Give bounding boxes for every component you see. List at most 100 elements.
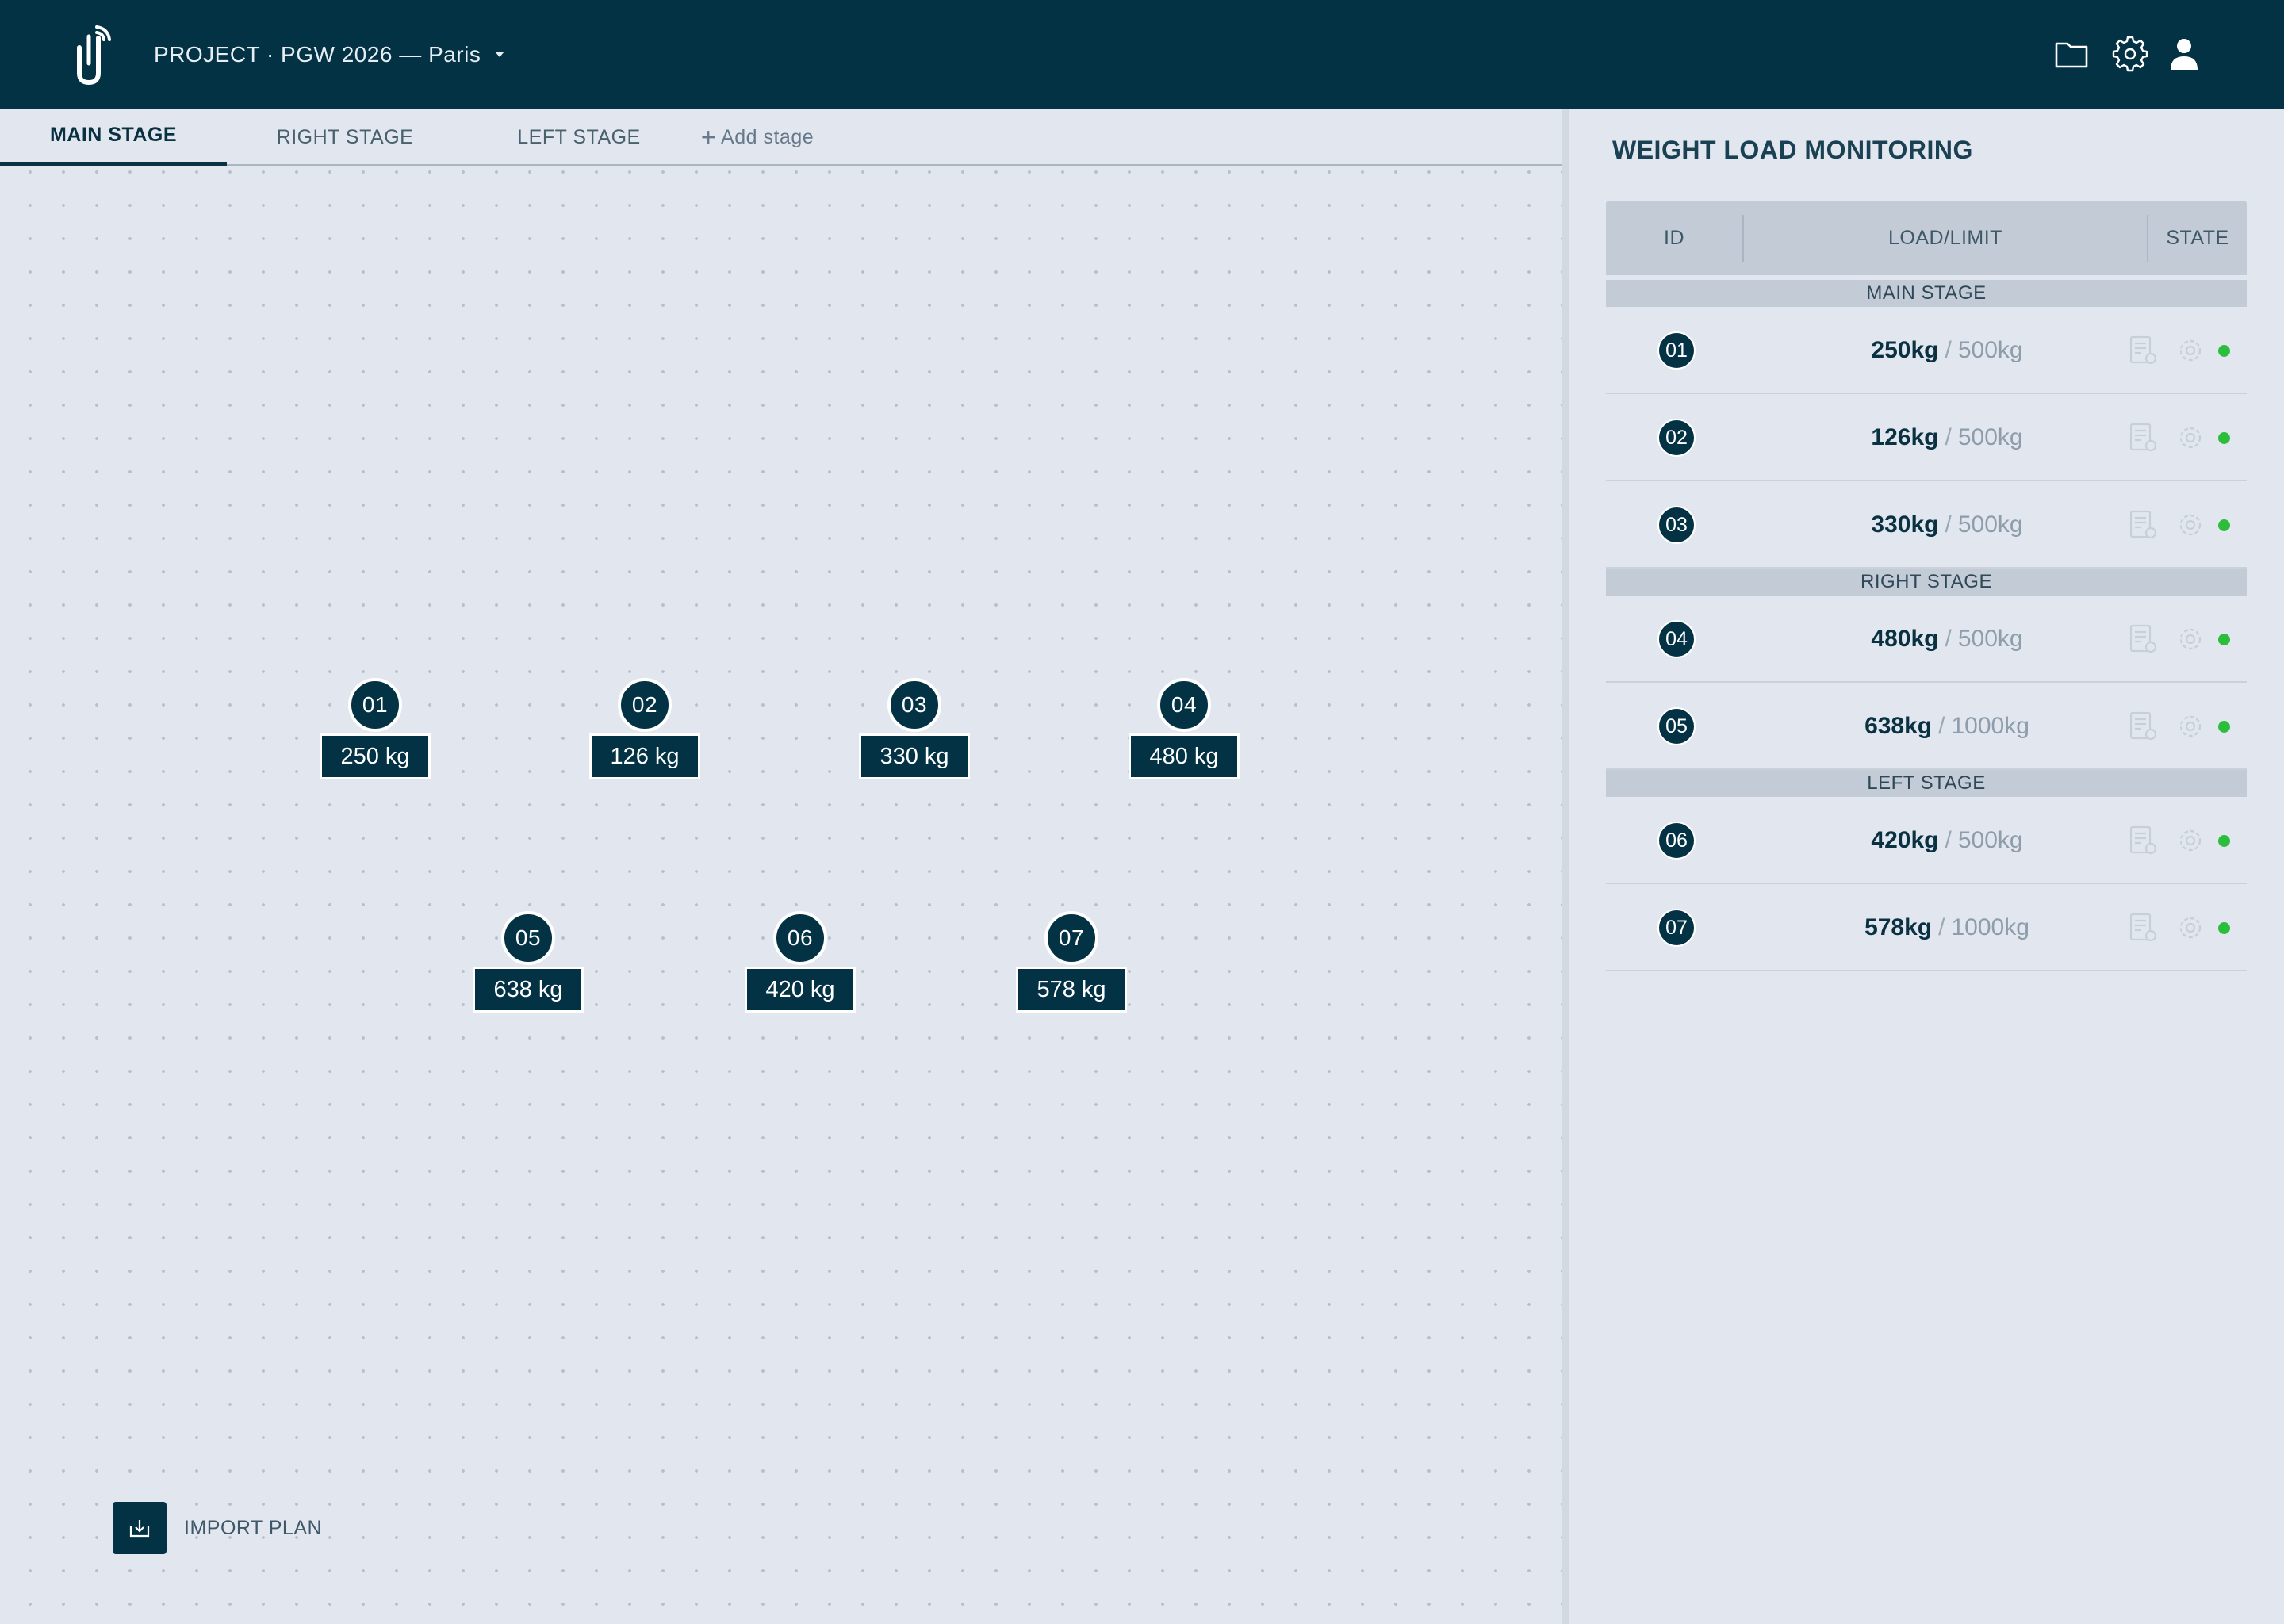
slash: / — [1945, 337, 1952, 363]
table-row[interactable]: 04 480kg / 500kg — [1606, 596, 2247, 683]
settings-icon[interactable] — [2173, 420, 2208, 455]
current-load: 330kg — [1871, 511, 1939, 538]
report-icon[interactable] — [2126, 508, 2161, 542]
sensor-id: 04 — [1157, 678, 1211, 732]
sensor-03[interactable]: 03 330 kg — [859, 678, 970, 789]
report-icon[interactable] — [2126, 823, 2161, 858]
sensor-04[interactable]: 04 480 kg — [1129, 678, 1240, 789]
load-limit: 578kg / 1000kg — [1780, 884, 2113, 971]
settings-icon[interactable] — [2173, 622, 2208, 657]
current-load: 126kg — [1871, 424, 1939, 450]
project-label: PROJECT · PGW 2026 — Paris — [154, 41, 481, 67]
row-id-badge: 03 — [1657, 506, 1696, 544]
sensor-weight: 578 kg — [1016, 967, 1127, 1013]
import-plan-label: IMPORT PLAN — [184, 1516, 323, 1539]
logo-icon — [77, 25, 111, 86]
add-stage-button[interactable]: + Add stage — [690, 109, 825, 166]
section-left-stage: LEFT STAGE — [1606, 770, 2247, 797]
weight-monitoring-panel: WEIGHT LOAD MONITORING ID LOAD/LIMIT STA… — [1569, 109, 2284, 1624]
status-dot-icon — [2218, 519, 2230, 531]
column-header-load: LOAD/LIMIT — [1888, 226, 2002, 249]
row-id-badge: 06 — [1657, 822, 1696, 860]
status-dot-icon — [2218, 922, 2230, 934]
report-icon[interactable] — [2126, 333, 2161, 368]
gear-icon[interactable] — [2111, 35, 2149, 73]
row-id-badge: 04 — [1657, 620, 1696, 658]
section-main-stage: MAIN STAGE — [1606, 280, 2247, 307]
table-row[interactable]: 03 330kg / 500kg — [1606, 481, 2247, 569]
import-plan-button[interactable]: IMPORT PLAN — [113, 1502, 322, 1554]
slash: / — [1945, 511, 1952, 538]
current-load: 420kg — [1871, 827, 1939, 853]
current-load: 480kg — [1871, 626, 1939, 652]
status-dot-icon — [2218, 345, 2230, 357]
current-load: 638kg — [1864, 713, 1933, 739]
load-limit-value: 500kg — [1957, 827, 2023, 853]
import-button-box[interactable] — [113, 1502, 167, 1554]
settings-icon[interactable] — [2173, 823, 2208, 858]
table-row[interactable]: 05 638kg / 1000kg — [1606, 683, 2247, 770]
table-row[interactable]: 07 578kg / 1000kg — [1606, 884, 2247, 971]
sensor-05[interactable]: 05 638 kg — [473, 911, 584, 1022]
sensor-id: 02 — [618, 678, 672, 732]
sensor-07[interactable]: 07 578 kg — [1016, 911, 1127, 1022]
chevron-down-icon — [495, 52, 505, 57]
sensor-id: 06 — [773, 911, 827, 965]
current-load: 250kg — [1871, 337, 1939, 363]
sensor-id: 07 — [1044, 911, 1098, 965]
slash: / — [1938, 914, 1945, 940]
sensor-02[interactable]: 02 126 kg — [589, 678, 700, 789]
settings-icon[interactable] — [2173, 709, 2208, 744]
sensor-weight: 126 kg — [589, 733, 700, 779]
sensor-id: 03 — [887, 678, 941, 732]
load-limit: 250kg / 500kg — [1780, 307, 2113, 394]
stage-canvas[interactable]: MAIN STAGE RIGHT STAGE LEFT STAGE + Add … — [0, 109, 1562, 1624]
row-id-badge: 05 — [1657, 707, 1696, 745]
load-limit-value: 500kg — [1957, 626, 2023, 652]
load-limit: 638kg / 1000kg — [1780, 683, 2113, 770]
report-icon[interactable] — [2126, 622, 2161, 657]
project-selector[interactable]: PROJECT · PGW 2026 — Paris — [154, 0, 505, 109]
stage-tabs: MAIN STAGE RIGHT STAGE LEFT STAGE + Add … — [0, 109, 1562, 166]
slash: / — [1945, 827, 1952, 853]
sensor-weight: 420 kg — [745, 967, 856, 1013]
tab-left-stage[interactable]: LEFT STAGE — [464, 109, 694, 166]
panel-divider[interactable] — [1562, 109, 1569, 1624]
tab-main-stage[interactable]: MAIN STAGE — [0, 109, 227, 166]
settings-icon[interactable] — [2173, 333, 2208, 368]
report-icon[interactable] — [2126, 420, 2161, 455]
status-dot-icon — [2218, 432, 2230, 444]
row-id-badge: 01 — [1657, 331, 1696, 370]
sensor-06[interactable]: 06 420 kg — [745, 911, 856, 1022]
sensor-weight: 330 kg — [859, 733, 970, 779]
add-stage-label: Add stage — [721, 125, 814, 148]
panel-title: WEIGHT LOAD MONITORING — [1612, 136, 1973, 164]
table-row[interactable]: 02 126kg / 500kg — [1606, 394, 2247, 481]
load-limit-value: 500kg — [1957, 511, 2023, 538]
current-load: 578kg — [1864, 914, 1933, 940]
load-limit-value: 1000kg — [1951, 713, 2029, 739]
status-dot-icon — [2218, 634, 2230, 645]
sensor-weight: 638 kg — [473, 967, 584, 1013]
tab-right-stage[interactable]: RIGHT STAGE — [230, 109, 460, 166]
table-row[interactable]: 06 420kg / 500kg — [1606, 797, 2247, 884]
column-header-state: STATE — [2166, 226, 2229, 249]
settings-icon[interactable] — [2173, 910, 2208, 945]
user-icon[interactable] — [2165, 35, 2203, 73]
sensor-01[interactable]: 01 250 kg — [320, 678, 431, 789]
status-dot-icon — [2218, 835, 2230, 847]
table-row[interactable]: 01 250kg / 500kg — [1606, 307, 2247, 394]
sensor-id: 01 — [348, 678, 402, 732]
load-limit: 480kg / 500kg — [1780, 596, 2113, 683]
sensor-weight: 250 kg — [320, 733, 431, 779]
report-icon[interactable] — [2126, 709, 2161, 744]
folder-icon[interactable] — [2052, 35, 2090, 73]
row-id-badge: 07 — [1657, 909, 1696, 947]
settings-icon[interactable] — [2173, 508, 2208, 542]
load-limit-value: 500kg — [1957, 337, 2023, 363]
section-right-stage: RIGHT STAGE — [1606, 569, 2247, 596]
report-icon[interactable] — [2126, 910, 2161, 945]
top-bar: PROJECT · PGW 2026 — Paris — [0, 0, 2284, 109]
slash: / — [1938, 713, 1945, 739]
load-limit: 420kg / 500kg — [1780, 797, 2113, 884]
